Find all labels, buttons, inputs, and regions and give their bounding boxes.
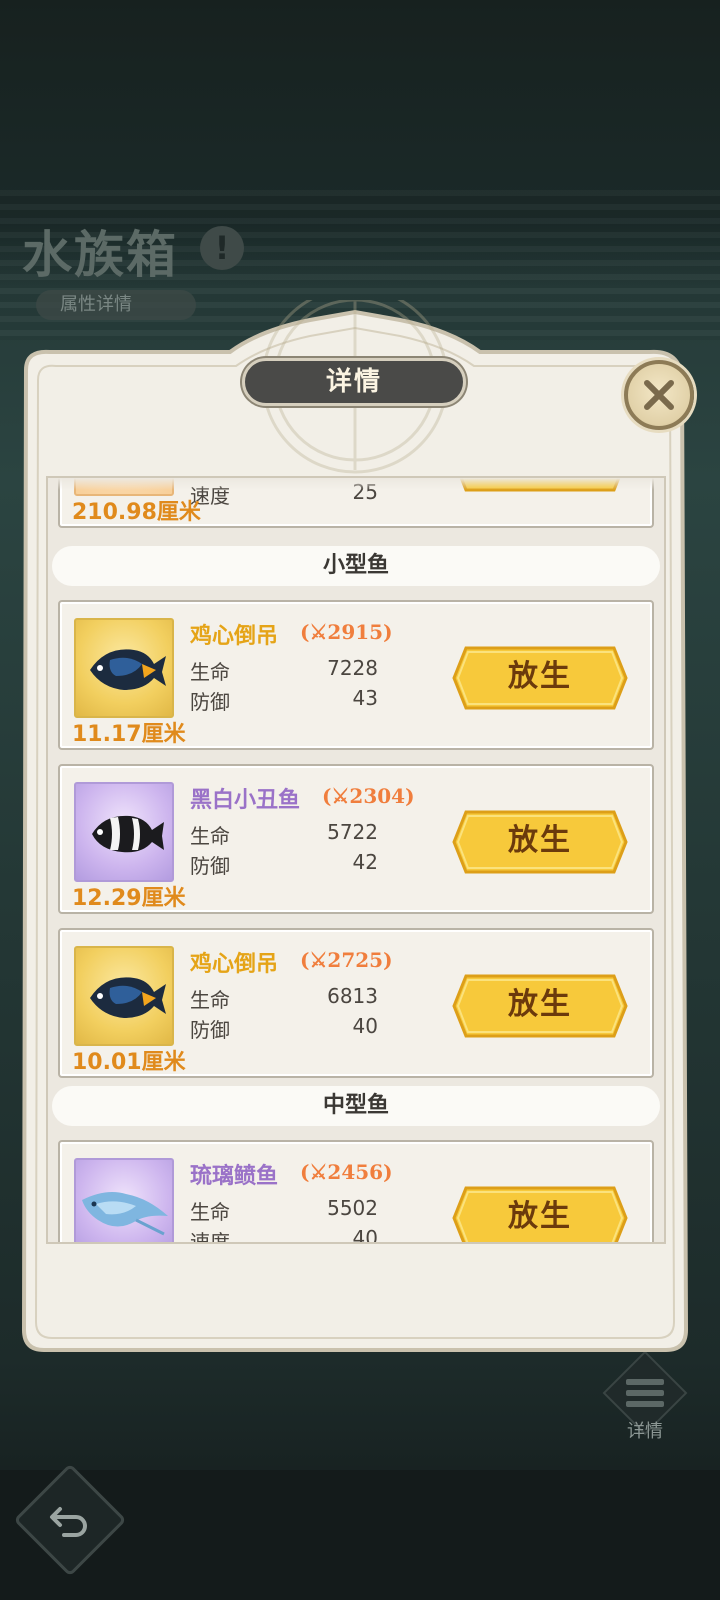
release-button-label: 放生 — [508, 659, 572, 694]
release-button[interactable]: 放生 — [452, 1186, 628, 1242]
stat-label: 防御 — [190, 1018, 230, 1042]
dialog-title: 详情 — [242, 358, 466, 406]
release-button-label: 放生 — [508, 987, 572, 1022]
stat-label: 速度 — [190, 1230, 230, 1244]
stat-label: 生命 — [190, 1200, 230, 1224]
release-button[interactable]: 放生 — [452, 974, 628, 1038]
fish-power: (⚔2915) — [300, 620, 393, 644]
fish-thumbnail — [74, 1158, 174, 1242]
release-button-label: 放生 — [508, 1199, 572, 1234]
fish-thumbnail — [74, 618, 174, 718]
stat-label: 防御 — [190, 854, 230, 878]
fish-power: (⚔2725) — [300, 948, 393, 972]
fish-size: 10.01厘米 — [72, 1050, 186, 1075]
list-icon — [626, 1379, 664, 1407]
back-arrow-icon — [50, 1507, 87, 1537]
manta-ray-icon — [82, 1192, 168, 1236]
fish-thumbnail — [74, 782, 174, 882]
side-detail-button[interactable]: 详情 — [600, 1350, 690, 1445]
fish-list[interactable]: 速度 25 210.98厘米 小型鱼 鸡心倒吊 (⚔2915) 生命 7228 … — [46, 476, 666, 1244]
fish-size: 210.98厘米 — [72, 500, 201, 525]
fish-card: 鸡心倒吊 (⚔2915) 生命 7228 防御 43 11.17厘米 放生 — [58, 600, 654, 750]
stat-value: 43 — [352, 686, 378, 710]
stat-value: 7228 — [327, 656, 378, 680]
fish-card: 鸡心倒吊 (⚔2725) 生命 6813 防御 40 10.01厘米 放生 — [58, 928, 654, 1078]
close-x-icon — [644, 380, 674, 410]
release-button[interactable]: 放生 — [452, 646, 628, 710]
release-button[interactable]: 放生 — [452, 810, 628, 874]
stat-value: 6813 — [327, 984, 378, 1008]
exclamation-icon: ! — [200, 226, 244, 270]
stat-value: 5722 — [327, 820, 378, 844]
section-header-small-fish: 小型鱼 — [52, 546, 660, 586]
fish-power: (⚔2456) — [300, 1160, 393, 1184]
background-title: 水族箱 — [22, 225, 178, 284]
stat-label: 生命 — [190, 824, 230, 848]
stat-label: 防御 — [190, 690, 230, 714]
fish-thumbnail — [74, 946, 174, 1046]
fish-name: 鸡心倒吊 — [190, 623, 279, 649]
details-dialog: 详情 速度 25 210.98厘米 小型鱼 鸡心倒吊 (⚔2915) 生命 72… — [10, 300, 700, 1360]
stat-value: 40 — [352, 1014, 378, 1038]
close-button[interactable] — [624, 360, 694, 430]
release-button-label: 放生 — [508, 823, 572, 858]
stat-label: 生命 — [190, 660, 230, 684]
stat-value: 40 — [352, 1226, 378, 1244]
fish-name: 琉璃鲼鱼 — [190, 1163, 279, 1189]
stat-value: 5502 — [327, 1196, 378, 1220]
stat-value: 42 — [352, 850, 378, 874]
stat-label: 生命 — [190, 988, 230, 1012]
fish-card: 琉璃鲼鱼 (⚔2456) 生命 5502 速度 40 放生 — [58, 1140, 654, 1244]
fish-size: 12.29厘米 — [72, 886, 186, 911]
fish-name: 黑白小丑鱼 — [190, 787, 301, 813]
blue-tang-fish-icon — [90, 649, 166, 690]
fish-size: 11.17厘米 — [72, 722, 186, 747]
clownfish-icon — [92, 815, 164, 853]
side-detail-label: 详情 — [627, 1421, 663, 1442]
section-header-medium-fish: 中型鱼 — [52, 1086, 660, 1126]
blue-tang-fish-icon — [90, 977, 166, 1018]
fish-card: 黑白小丑鱼 (⚔2304) 生命 5722 防御 42 12.29厘米 放生 — [58, 764, 654, 914]
fish-name: 鸡心倒吊 — [190, 951, 279, 977]
fish-power: (⚔2304) — [322, 784, 415, 808]
